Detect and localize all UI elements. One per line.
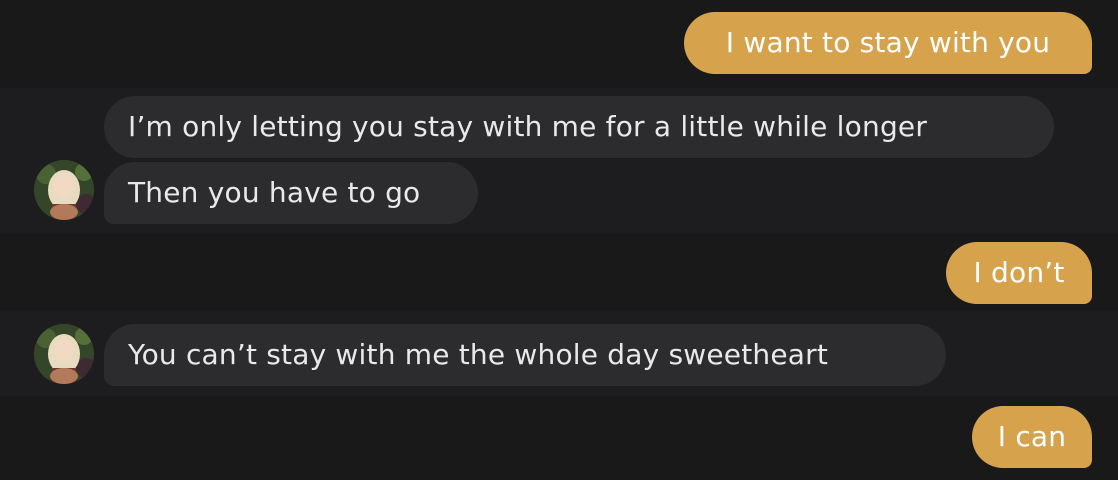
- message-text: You can’t stay with me the whole day swe…: [128, 338, 829, 371]
- incoming-message-bubble[interactable]: I’m only letting you stay with me for a …: [104, 96, 1054, 158]
- avatar-image: [34, 324, 94, 384]
- outgoing-message-bubble[interactable]: I can: [972, 406, 1092, 468]
- message-text: I want to stay with you: [725, 26, 1051, 59]
- message-text: I’m only letting you stay with me for a …: [128, 110, 928, 143]
- message-text: I can: [997, 420, 1067, 453]
- incoming-message-bubble[interactable]: You can’t stay with me the whole day swe…: [104, 324, 946, 386]
- message-text: Then you have to go: [128, 176, 421, 209]
- contact-avatar-icon[interactable]: [34, 324, 94, 384]
- contact-avatar-icon[interactable]: [34, 160, 94, 220]
- avatar-image: [34, 160, 94, 220]
- outgoing-message-bubble[interactable]: I don’t: [946, 242, 1092, 304]
- message-row-background: [0, 396, 1118, 480]
- message-text: I don’t: [973, 256, 1065, 289]
- incoming-message-bubble[interactable]: Then you have to go: [104, 162, 478, 224]
- chat-thread: I want to stay with you I’m only letting…: [0, 0, 1118, 480]
- outgoing-message-bubble[interactable]: I want to stay with you: [684, 12, 1092, 74]
